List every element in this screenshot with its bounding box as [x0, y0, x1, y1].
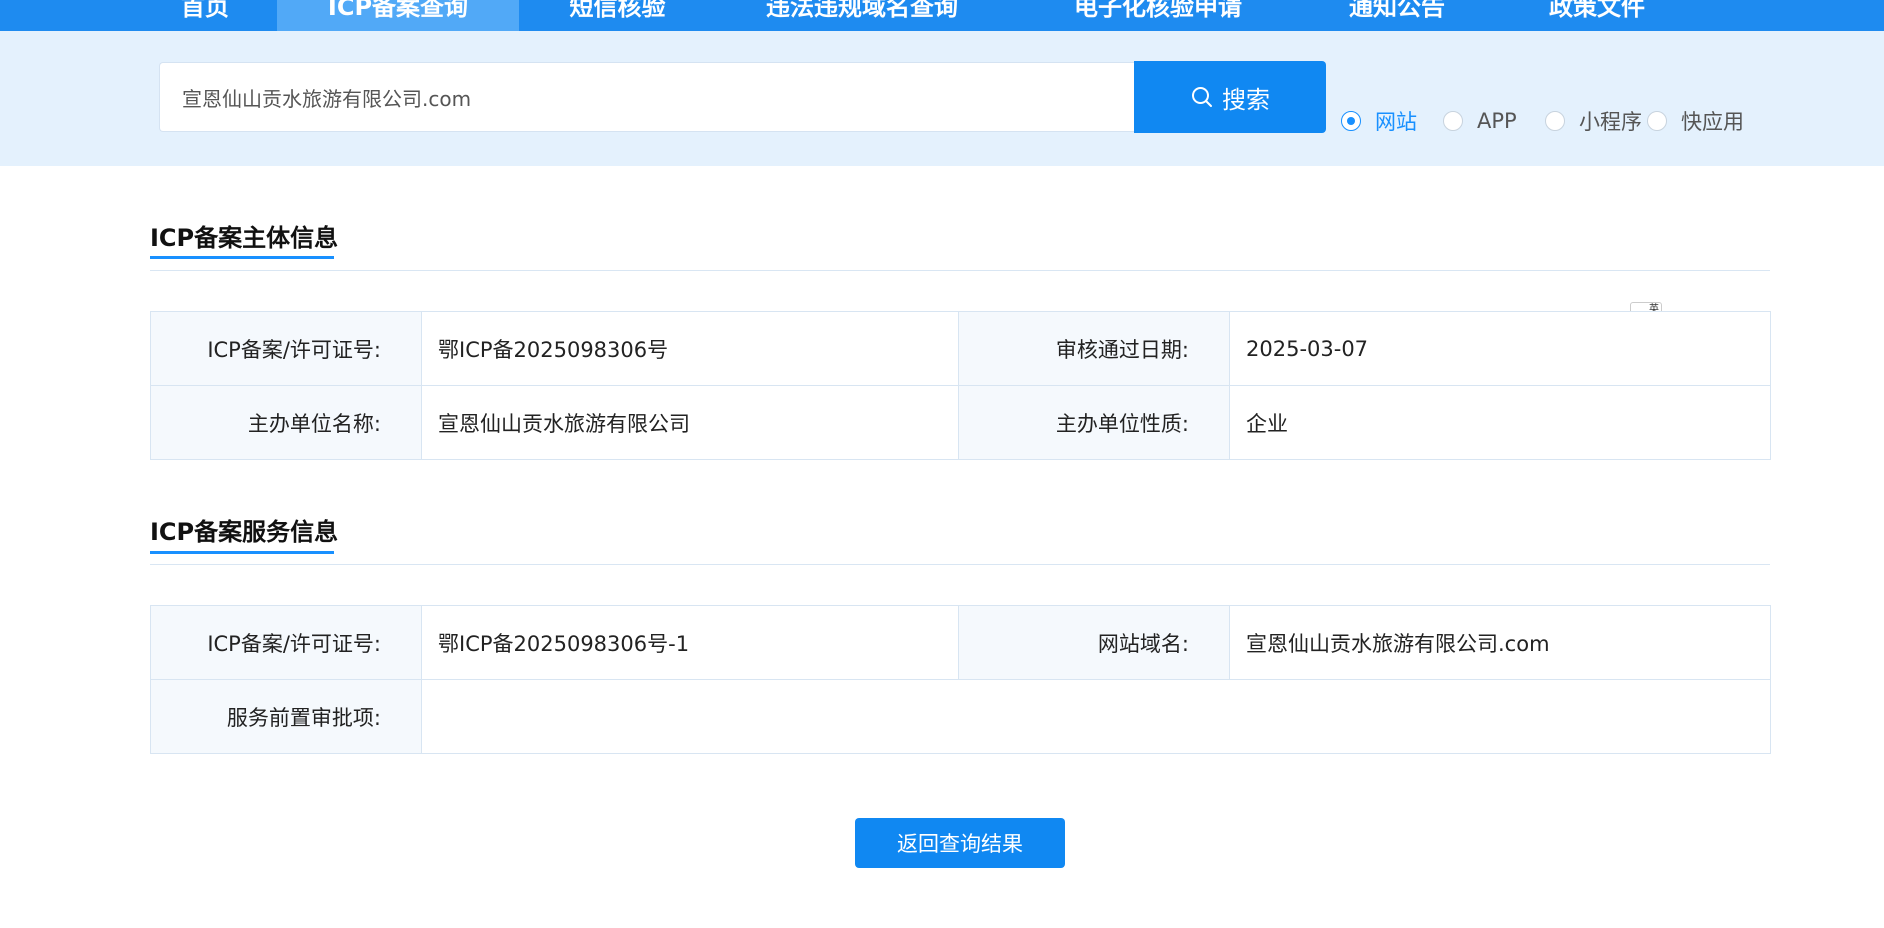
- approval-date-label: 审核通过日期:: [958, 311, 1230, 386]
- nav-icp-query[interactable]: ICP备案查询: [277, 0, 519, 31]
- pre-approval-value: [421, 679, 1771, 754]
- search-button-label: 搜索: [1222, 85, 1270, 114]
- subject-info-underline: [150, 256, 334, 259]
- radio-checked-icon: [1341, 111, 1361, 131]
- nav-notices[interactable]: 通知公告: [1322, 0, 1472, 31]
- domain-label: 网站域名:: [958, 605, 1230, 680]
- table-row: ICP备案/许可证号: 鄂ICP备2025098306号 审核通过日期: 202…: [150, 311, 1771, 386]
- back-to-results-button[interactable]: 返回查询结果: [855, 818, 1065, 868]
- service-info-divider: [150, 564, 1770, 565]
- radio-website-label: 网站: [1375, 110, 1417, 134]
- nav-policy-docs[interactable]: 政策文件: [1522, 0, 1672, 31]
- subject-info-divider: [150, 270, 1770, 271]
- radio-mini-program-label: 小程序: [1579, 110, 1642, 134]
- service-license-value: 鄂ICP备2025098306号-1: [421, 605, 959, 680]
- domain-value: 宣恩仙山贡水旅游有限公司.com: [1229, 605, 1771, 680]
- license-value: 鄂ICP备2025098306号: [421, 311, 959, 386]
- service-license-label: ICP备案/许可证号:: [150, 605, 422, 680]
- nav-sms-verify[interactable]: 短信核验: [540, 0, 695, 31]
- radio-quick-app-label: 快应用: [1681, 110, 1744, 134]
- radio-app-label: APP: [1477, 109, 1517, 133]
- license-label: ICP备案/许可证号:: [150, 311, 422, 386]
- radio-mini-program[interactable]: 小程序: [1545, 108, 1642, 134]
- table-row: ICP备案/许可证号: 鄂ICP备2025098306号-1 网站域名: 宣恩仙…: [150, 605, 1771, 680]
- table-row: 主办单位名称: 宣恩仙山贡水旅游有限公司 主办单位性质: 企业: [150, 385, 1771, 460]
- subject-info-table: ICP备案/许可证号: 鄂ICP备2025098306号 审核通过日期: 202…: [150, 311, 1771, 460]
- org-type-label: 主办单位性质:: [958, 385, 1230, 460]
- radio-website[interactable]: 网站: [1341, 108, 1417, 134]
- service-info-underline: [150, 551, 334, 554]
- radio-app[interactable]: APP: [1443, 108, 1517, 134]
- radio-unchecked-icon: [1545, 111, 1565, 131]
- search-button[interactable]: 搜索: [1134, 61, 1326, 133]
- nav-home[interactable]: 首页: [150, 0, 260, 31]
- pre-approval-label: 服务前置审批项:: [150, 679, 422, 754]
- radio-unchecked-icon: [1647, 111, 1667, 131]
- search-input[interactable]: [159, 62, 1134, 132]
- radio-unchecked-icon: [1443, 111, 1463, 131]
- approval-date-value: 2025-03-07: [1229, 311, 1771, 386]
- service-info-table: ICP备案/许可证号: 鄂ICP备2025098306号-1 网站域名: 宣恩仙…: [150, 605, 1771, 754]
- radio-quick-app[interactable]: 快应用: [1647, 108, 1744, 134]
- subject-info-title: ICP备案主体信息: [150, 224, 339, 252]
- table-row: 服务前置审批项:: [150, 679, 1771, 754]
- top-nav: 首页 ICP备案查询 短信核验 违法违规域名查询 电子化核验申请 通知公告 政策…: [0, 0, 1884, 31]
- org-name-label: 主办单位名称:: [150, 385, 422, 460]
- nav-electronic-verify[interactable]: 电子化核验申请: [1048, 0, 1268, 31]
- nav-illegal-domain-query[interactable]: 违法违规域名查询: [737, 0, 987, 31]
- org-name-value: 宣恩仙山贡水旅游有限公司: [421, 385, 959, 460]
- org-type-value: 企业: [1229, 385, 1771, 460]
- service-info-title: ICP备案服务信息: [150, 518, 339, 546]
- search-icon: [1192, 87, 1212, 107]
